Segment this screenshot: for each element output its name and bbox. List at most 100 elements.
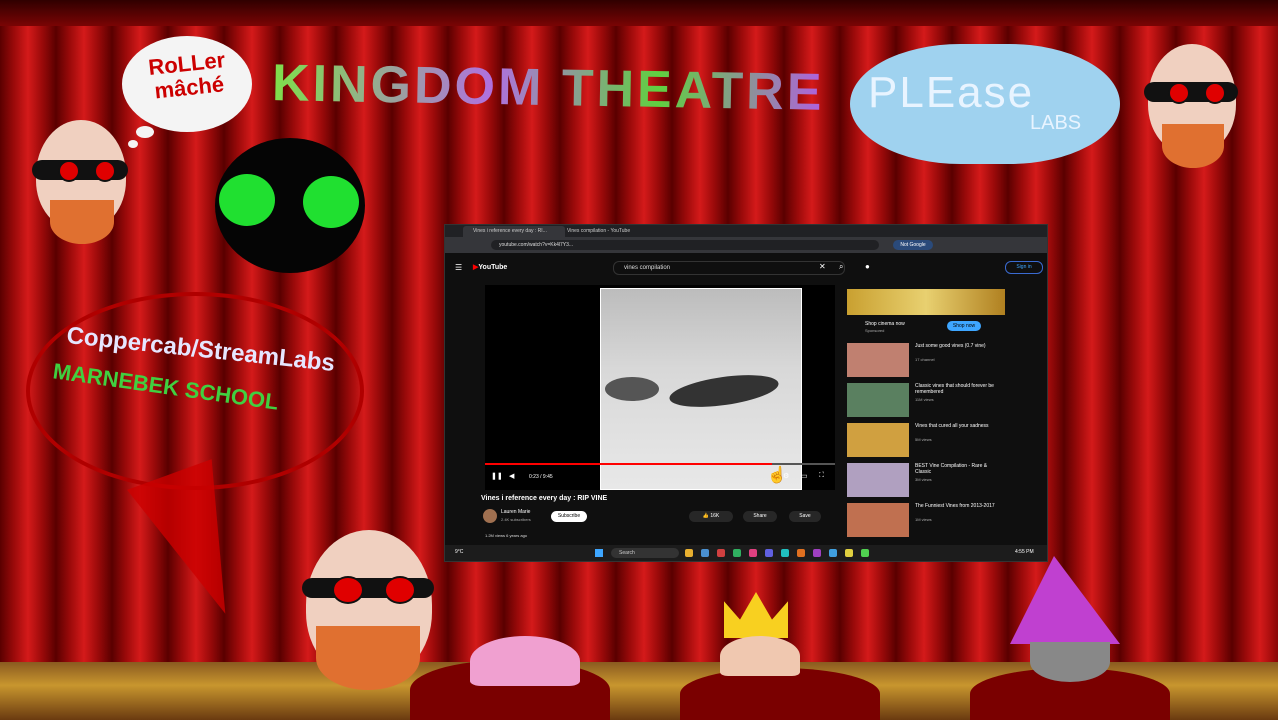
ad-title: Shop cinema now <box>865 321 905 327</box>
taskbar-app-icon[interactable] <box>781 549 789 557</box>
mic-icon[interactable]: ● <box>865 262 870 271</box>
pause-icon[interactable]: ❚❚ <box>491 472 503 480</box>
theatre-stage: KINGDOM THEATRE RoLLer mâché PLEase LABS… <box>0 0 1278 720</box>
list-item[interactable]: BEST Vine Compilation - Rare & Classic 3… <box>847 463 1007 499</box>
avatar[interactable] <box>483 509 497 523</box>
rec-title: Just some good vines (0.7 vine) <box>915 343 986 349</box>
like-button[interactable]: 👍 16K <box>689 511 733 522</box>
profile-button[interactable]: Not Google <box>893 240 933 250</box>
video-player[interactable]: ❚❚ ◀ 0:23 / 9:45 ⚙ ▭ ⛶ <box>485 285 835 490</box>
please-label: PLEase <box>868 68 1035 117</box>
king-head <box>720 636 800 676</box>
ad-shop-button[interactable]: Shop now <box>947 321 981 331</box>
clear-search-icon[interactable]: ✕ <box>819 262 826 271</box>
rec-meta: 3M views <box>915 477 932 482</box>
rec-meta: 5M views <box>915 437 932 442</box>
rec-title: Classic vines that should forever be rem… <box>915 383 994 395</box>
like-count: 16K <box>710 513 720 519</box>
youtube-logo[interactable]: ▶YouTube <box>473 263 507 271</box>
pink-hair-character <box>470 636 580 686</box>
fullscreen-icon[interactable]: ⛶ <box>819 472 824 480</box>
list-item[interactable]: Just some good vines (0.7 vine) 17 chann… <box>847 343 1007 379</box>
taskbar-app-icon[interactable] <box>765 549 773 557</box>
labs-label: LABS <box>1030 112 1082 134</box>
sign-in-button[interactable]: Sign in <box>1005 261 1043 274</box>
taskbar-app-icon[interactable] <box>829 549 837 557</box>
video-thumbnail <box>847 343 909 377</box>
bald-head-right <box>1144 44 1238 168</box>
thought-dot <box>136 126 154 138</box>
rec-meta: 11M views <box>915 397 934 402</box>
goggle-lens <box>384 576 416 604</box>
bald-head-bottom <box>302 530 434 690</box>
taskbar-app-icon[interactable] <box>733 549 741 557</box>
menu-icon[interactable]: ☰ <box>455 263 462 272</box>
view-count: 1.2M views 6 years ago <box>485 533 528 538</box>
goggle-lens <box>58 160 80 182</box>
browser-window: Vines i reference every day : RI... Vine… <box>444 224 1048 562</box>
bald-head-left <box>32 120 128 244</box>
rec-title: The Funniest Vines from 2013-2017 <box>915 503 995 509</box>
video-thumbnail <box>847 423 909 457</box>
taskbar-app-icon[interactable] <box>797 549 805 557</box>
taskbar-app-icon[interactable] <box>749 549 757 557</box>
taskbar-search[interactable]: Search <box>611 548 679 558</box>
kingdom-theatre-title: KINGDOM THEATRE <box>271 54 825 122</box>
browser-tab[interactable]: Vines compilation - YouTube <box>557 226 659 237</box>
search-icon[interactable]: ⌕ <box>839 262 843 272</box>
seal-figure <box>605 377 659 401</box>
taskbar-app-icon[interactable] <box>813 549 821 557</box>
list-item[interactable]: Vines that cured all your sadness 5M vie… <box>847 423 1007 459</box>
ad-banner[interactable] <box>847 289 1005 315</box>
save-button[interactable]: Save <box>789 511 821 522</box>
curtain-valance <box>0 0 1278 26</box>
subscriber-count: 2.4K subscribers <box>501 517 531 522</box>
taskbar-app-icon[interactable] <box>845 549 853 557</box>
rec-title: BEST Vine Compilation - Rare & Classic <box>915 463 988 475</box>
taskbar-app-icon[interactable] <box>701 549 709 557</box>
windows-start-icon[interactable] <box>595 549 603 557</box>
beard <box>1162 124 1224 168</box>
rec-meta: 17 channel <box>915 357 935 362</box>
spider-eye-left <box>219 174 275 226</box>
taskbar-app-icon[interactable] <box>717 549 725 557</box>
browser-tab[interactable]: Vines i reference every day : RI... <box>463 226 565 237</box>
spider-character <box>215 138 365 273</box>
list-item[interactable]: Classic vines that should forever be rem… <box>847 383 1007 419</box>
weather-widget[interactable]: 9°C <box>455 549 463 555</box>
mouse-cursor-icon: ☝ <box>767 467 787 484</box>
video-thumbnail <box>847 503 909 537</box>
theater-icon[interactable]: ▭ <box>801 472 808 480</box>
wizard-beard <box>1030 642 1110 682</box>
video-frame <box>600 288 802 490</box>
taskbar <box>445 545 1047 561</box>
subscribe-button[interactable]: Subscribe <box>551 511 587 522</box>
list-item[interactable]: The Funniest Vines from 2013-2017 1M vie… <box>847 503 1007 539</box>
thumbs-up-icon: 👍 <box>702 513 709 519</box>
goggle-lens <box>332 576 364 604</box>
video-thumbnail <box>847 383 909 417</box>
video-thumbnail <box>847 463 909 497</box>
ad-info: Shop cinema now Sponsored Shop now <box>847 321 1005 335</box>
taskbar-app-icon[interactable] <box>685 549 693 557</box>
rec-title: Vines that cured all your sadness <box>915 423 989 429</box>
spider-eye-right <box>303 176 359 228</box>
progress-played <box>485 463 772 465</box>
recommendation-sidebar: Shop cinema now Sponsored Shop now Just … <box>847 285 1007 545</box>
search-input[interactable]: vines compilation <box>613 261 845 275</box>
time-display: 0:23 / 9:45 <box>529 474 553 480</box>
system-clock[interactable]: 4:55 PM <box>1015 549 1034 555</box>
channel-name[interactable]: Lauren Marie <box>501 509 530 515</box>
thought-dot <box>128 140 138 148</box>
taskbar-app-icon[interactable] <box>861 549 869 557</box>
rec-meta: 1M views <box>915 517 932 522</box>
url-field[interactable]: youtube.com/watch?v=Kk4l7Y3... <box>491 240 879 250</box>
seal-figure <box>667 369 781 413</box>
volume-icon[interactable]: ◀ <box>509 472 514 480</box>
share-button[interactable]: Share <box>743 511 777 522</box>
video-title: Vines i reference every day : RIP VINE <box>481 495 608 502</box>
goggle-lens <box>1204 82 1226 104</box>
ad-sponsor: Sponsored <box>865 328 885 333</box>
goggle-lens <box>1168 82 1190 104</box>
beard <box>316 626 420 690</box>
